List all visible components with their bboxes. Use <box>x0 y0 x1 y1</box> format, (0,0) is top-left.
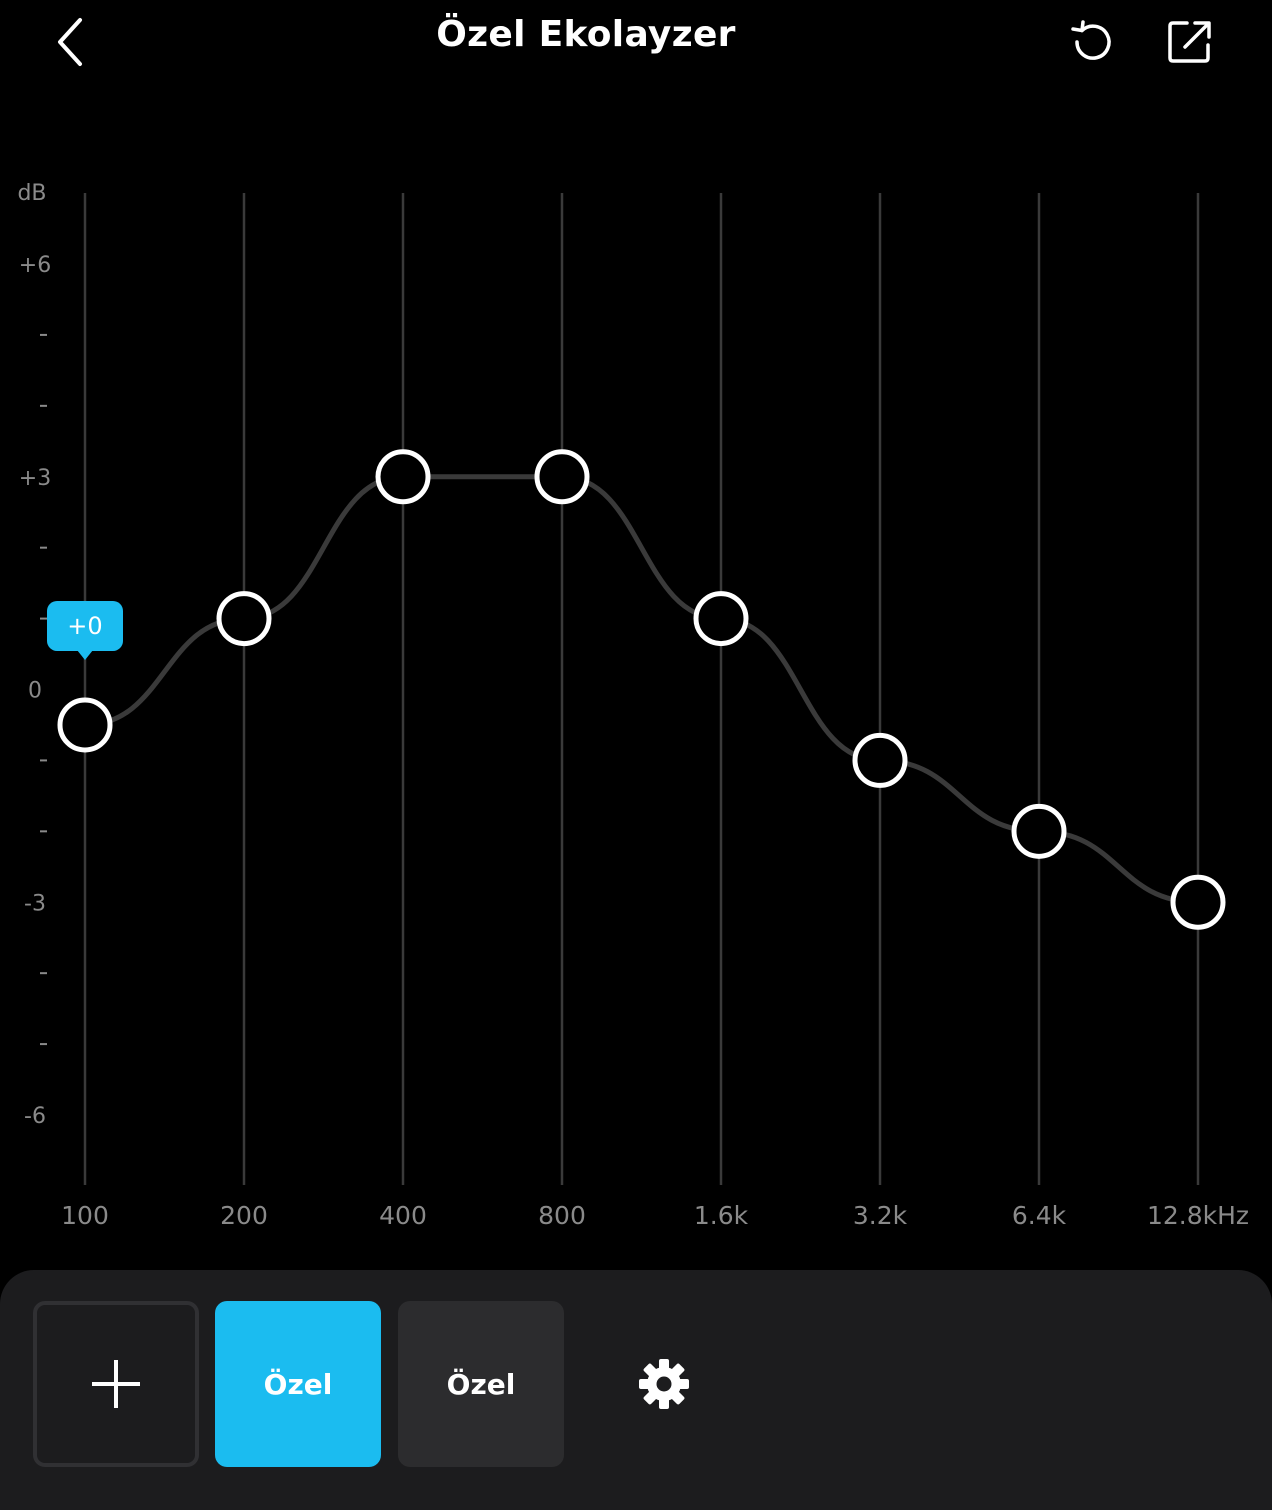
eq-band-handle[interactable] <box>1170 874 1226 930</box>
share-icon <box>1168 21 1211 63</box>
equalizer-chart: dB +6 +3 0 -3 -6 100 200 400 800 1.6k 3.2k 6.4k 12.8k… <box>17 181 1249 1230</box>
y-tick-label: -3 <box>24 891 46 916</box>
y-tick-label: 0 <box>28 679 42 704</box>
page-title: Özel Ekolayzer <box>436 14 736 55</box>
y-axis-unit: dB <box>17 181 46 206</box>
x-tick-label: 6.4k <box>1012 1201 1067 1230</box>
x-tick-label: 200 <box>220 1201 268 1230</box>
chevron-left-icon <box>58 18 82 66</box>
x-tick-label: 400 <box>379 1201 427 1230</box>
x-tick-label: 800 <box>538 1201 586 1230</box>
header: Özel Ekolayzer <box>0 0 1272 90</box>
tooltip-pointer <box>77 649 93 660</box>
eq-band-handle[interactable] <box>693 591 749 647</box>
y-tick-label: -6 <box>24 1104 46 1129</box>
add-preset-button[interactable] <box>33 1301 199 1467</box>
eq-band-handle[interactable] <box>534 449 590 505</box>
x-tick-label: 1.6k <box>694 1201 749 1230</box>
x-tick-label: 3.2k <box>853 1201 908 1230</box>
eq-band-handle[interactable] <box>1011 803 1067 859</box>
plus-icon <box>92 1360 140 1408</box>
reset-icon <box>1071 20 1111 60</box>
back-button[interactable] <box>40 10 104 74</box>
eq-band-handle[interactable] <box>375 449 431 505</box>
preset-panel: Özel Özel <box>0 1270 1272 1510</box>
gear-icon <box>639 1359 689 1409</box>
y-tick-label: +3 <box>19 466 51 491</box>
settings-button[interactable] <box>632 1352 696 1416</box>
y-tick-label: +6 <box>19 253 51 278</box>
x-tick-label: 12.8kHz <box>1147 1201 1249 1230</box>
eq-band-handle[interactable] <box>216 591 272 647</box>
x-tick-label: 100 <box>61 1201 109 1230</box>
reset-button[interactable] <box>1060 10 1124 74</box>
preset-button-active[interactable]: Özel <box>215 1301 381 1467</box>
preset-button[interactable]: Özel <box>398 1301 564 1467</box>
eq-band-handle[interactable] <box>852 732 908 788</box>
eq-band-handle[interactable] <box>57 697 113 753</box>
tooltip-text: +0 <box>67 612 102 640</box>
share-button[interactable] <box>1158 10 1222 74</box>
